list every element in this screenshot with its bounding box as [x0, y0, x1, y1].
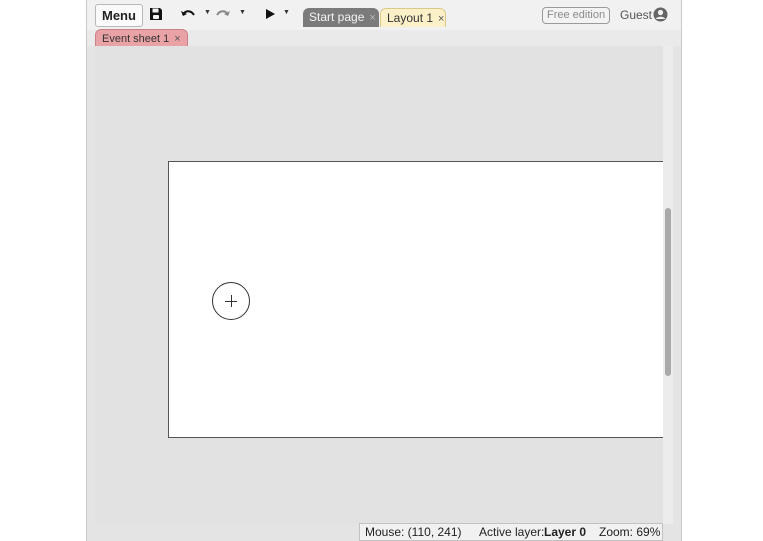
play-icon[interactable]	[261, 5, 279, 23]
mouse-position: Mouse: (110, 241)	[365, 525, 462, 539]
save-icon[interactable]	[147, 5, 165, 23]
active-layer-value: Layer 0	[544, 525, 587, 539]
edition-badge[interactable]: Free edition	[542, 7, 611, 24]
main-toolbar: Menu ▼ ▼ ▼ Start page × Layout 1 × Free ed…	[87, 0, 681, 30]
play-dropdown-icon[interactable]: ▼	[283, 9, 290, 16]
tab-label: Start page	[309, 10, 365, 24]
tab-start-page[interactable]: Start page ×	[303, 8, 379, 27]
user-label[interactable]: Guest	[620, 7, 652, 23]
close-icon[interactable]: ×	[438, 13, 444, 25]
undo-icon[interactable]	[179, 5, 197, 23]
tab-label: Event sheet 1	[102, 33, 170, 45]
close-icon[interactable]: ×	[174, 33, 180, 45]
layout-workspace[interactable]	[95, 46, 664, 524]
active-layer-label: Active layer:	[479, 525, 545, 539]
redo-dropdown-icon[interactable]: ▼	[239, 9, 246, 16]
close-icon[interactable]: ×	[369, 12, 375, 24]
layout-canvas[interactable]	[168, 161, 664, 438]
tab-label: Layout 1	[387, 11, 434, 25]
zoom-level: Zoom: 69%	[599, 525, 661, 539]
editor-window: Menu ▼ ▼ ▼ Start page × Layout 1 × Free ed…	[86, 0, 682, 541]
user-avatar-icon[interactable]	[653, 7, 668, 22]
redo-icon[interactable]	[214, 5, 232, 23]
crosshair-cursor-icon	[212, 282, 250, 320]
scrollbar-thumb[interactable]	[665, 208, 671, 376]
vertical-scrollbar[interactable]	[663, 46, 673, 524]
undo-dropdown-icon[interactable]: ▼	[204, 9, 211, 16]
status-bar: Mouse: (110, 241) Active layer: Layer 0 …	[359, 523, 663, 541]
tab-layout-1[interactable]: Layout 1 ×	[380, 8, 446, 27]
menu-button[interactable]: Menu	[95, 4, 143, 27]
